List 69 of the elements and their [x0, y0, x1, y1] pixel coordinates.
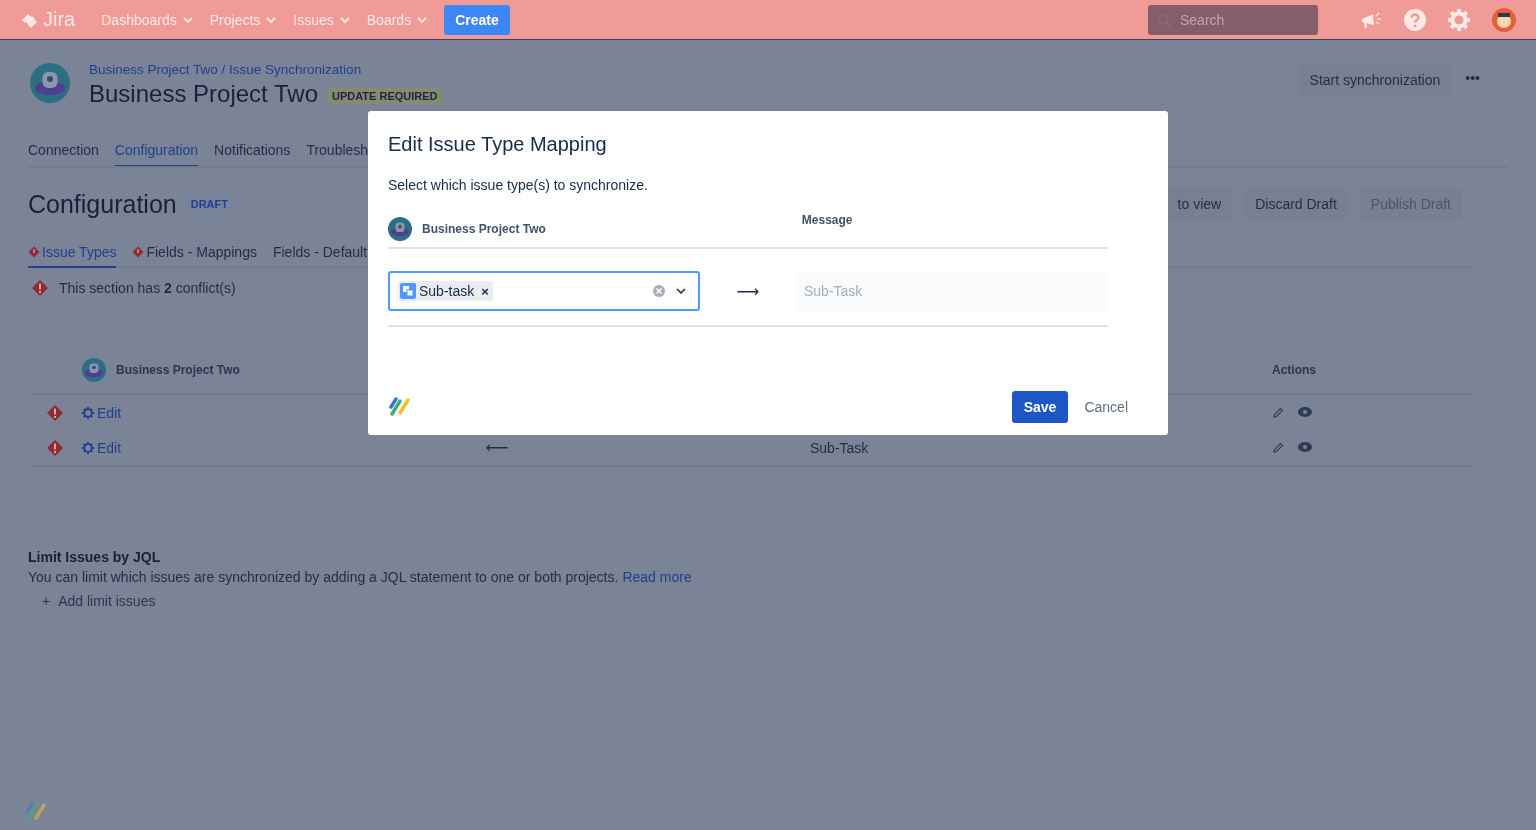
issue-type-select[interactable]: Sub-task ×: [388, 271, 700, 311]
chevron-down-icon: [676, 288, 686, 294]
stripes-logo-icon: [24, 802, 48, 822]
stripes-logo-icon: [388, 397, 412, 417]
settings-icon: [1448, 8, 1470, 31]
help-icon: [1404, 8, 1426, 31]
arrow-glyph: ⟶: [735, 281, 761, 301]
eye-icon: [1298, 406, 1312, 417]
add-limit-button[interactable]: + Add limit issues: [42, 593, 156, 609]
edit-link[interactable]: Edit: [82, 404, 122, 421]
conflict-notice: This section has 2 conflict(s): [59, 280, 236, 296]
breadcrumb-link[interactable]: Business Project Two / Issue Synchronization: [89, 62, 442, 77]
page-title: Business Project Two: [89, 80, 318, 108]
chevron-down-icon: [417, 16, 428, 23]
column-header: Actions: [1272, 363, 1316, 377]
start-sync-button[interactable]: Start synchronization: [1298, 64, 1452, 96]
nav-menu[interactable]: Boards: [366, 11, 428, 28]
draft-button[interactable]: to view: [1166, 188, 1233, 220]
tab[interactable]: Troublesh: [306, 137, 369, 167]
create-button[interactable]: Create: [444, 4, 510, 35]
table-cell: Sub-Task: [810, 439, 869, 456]
status-lozenge: UPDATE REQUIRED: [328, 88, 442, 104]
warning-icon: [31, 279, 49, 297]
nav-menu[interactable]: Projects: [209, 11, 277, 28]
column-header: Business Project Two: [116, 363, 240, 377]
search-field[interactable]: Search: [1148, 4, 1318, 35]
warning-icon: [28, 246, 40, 258]
sub-tab[interactable]: Fields - Default: [272, 238, 368, 268]
selected-tag[interactable]: Sub-task ×: [398, 281, 493, 301]
clear-icon: [652, 284, 666, 298]
chevron-down-icon: [339, 16, 350, 23]
read-more-link[interactable]: Read more: [622, 569, 692, 585]
dialog-title: Edit Issue Type Mapping: [388, 133, 608, 156]
dialog-description: Select which issue type(s) to synchronize.: [388, 177, 649, 193]
gear-icon: [82, 441, 94, 454]
column-header: Business Project Two: [422, 222, 546, 236]
save-button[interactable]: Save: [1011, 391, 1069, 423]
project-avatar-icon: [388, 217, 412, 241]
project-avatar-icon: [30, 63, 70, 103]
jira-logo-text[interactable]: Jira: [43, 8, 76, 31]
edit-link[interactable]: Edit: [82, 439, 122, 456]
section-title: Configuration: [28, 189, 177, 219]
gear-icon: [82, 406, 94, 419]
pencil-icon: [1272, 406, 1284, 419]
arrow-glyph: ⟵: [485, 438, 509, 457]
subtask-icon: [400, 283, 416, 299]
warning-icon: [132, 246, 145, 258]
section-heading: Limit Issues by JQL: [28, 549, 162, 565]
more-button[interactable]: •••: [1465, 70, 1480, 86]
pencil-icon: [1272, 441, 1284, 454]
remove-tag-button[interactable]: ×: [481, 283, 489, 299]
cancel-button[interactable]: Cancel: [1072, 391, 1140, 423]
project-avatar-icon: [82, 358, 106, 382]
megaphone-icon: [1360, 9, 1382, 30]
eye-icon: [1298, 441, 1312, 452]
tab[interactable]: Configuration: [114, 137, 199, 167]
sub-tab[interactable]: Fields - Mappings: [132, 238, 257, 268]
chevron-down-icon: [266, 16, 277, 23]
avatar-icon: [1492, 7, 1516, 32]
draft-button[interactable]: Discard Draft: [1244, 188, 1348, 220]
chevron-down-icon: [182, 16, 193, 23]
description-text: You can limit which issues are synchronized by adding a JQL statement to one or both projects.: [28, 569, 619, 585]
draft-lozenge: DRAFT: [186, 196, 232, 212]
tab[interactable]: Notifications: [214, 137, 291, 167]
tab[interactable]: Connection: [28, 137, 99, 167]
nav-menu[interactable]: Dashboards: [101, 11, 193, 28]
sub-tab[interactable]: Issue Types: [28, 238, 117, 268]
nav-menu[interactable]: Issues: [293, 11, 350, 28]
column-header: Message: [801, 213, 853, 227]
